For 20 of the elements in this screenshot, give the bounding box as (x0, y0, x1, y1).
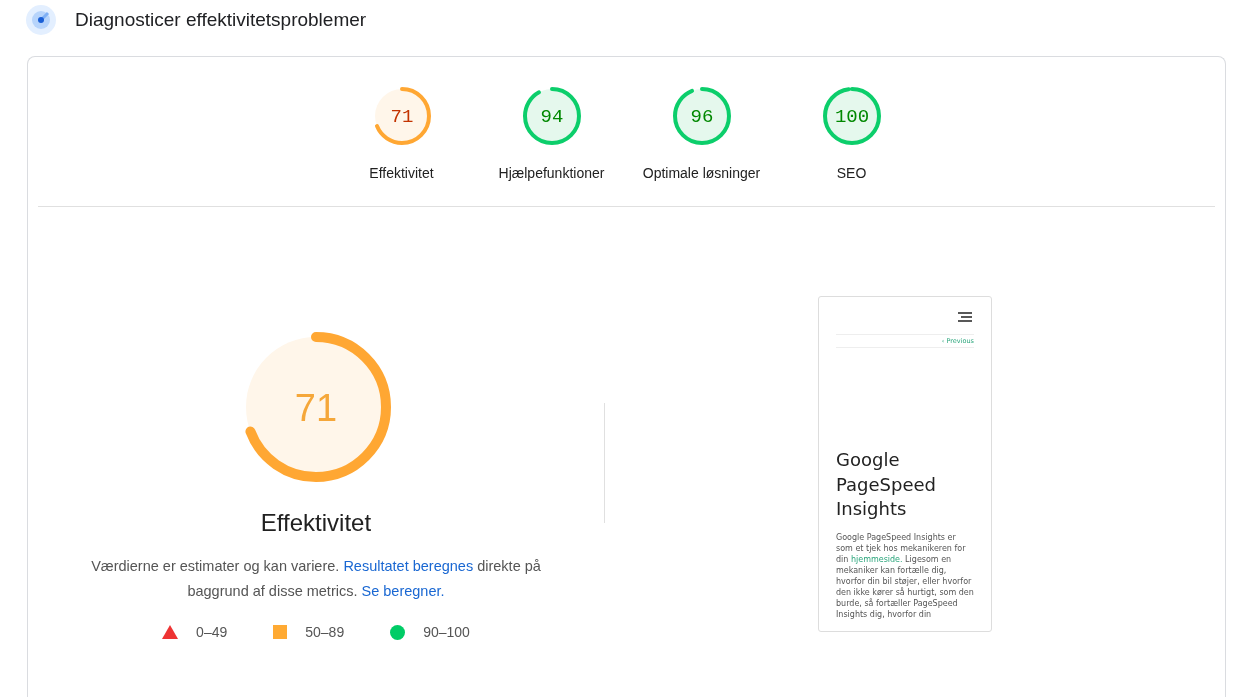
legend-label: 90–100 (423, 624, 470, 640)
legend-label: 0–49 (196, 624, 228, 640)
description-text: Værdierne er estimater og kan variere. Resultatet beregnes direkte på baggrund af disse metrics. Se beregner. (90, 557, 542, 601)
legend-label: 50–89 (305, 624, 345, 640)
category-title: Effektivitet (260, 509, 372, 537)
menu-icon (958, 312, 972, 322)
link[interactable]: Resultatet beregnes (343, 558, 474, 574)
score-gauge[interactable]: 100 (820, 85, 883, 147)
score-label: SEO (836, 164, 867, 183)
link[interactable]: hjemmeside. (850, 554, 903, 564)
score-gauge[interactable]: 94 (520, 85, 583, 147)
target-icon (26, 5, 56, 35)
score-label: Effektivitet (369, 164, 434, 183)
score-label: Optimale løsninger (642, 164, 761, 183)
score-label: Hjælpefunktioner (498, 164, 605, 183)
link[interactable]: Se beregner. (361, 583, 445, 599)
section-title: Diagnosticer effektivitetsproblemer (75, 9, 367, 31)
article-text: Google PageSpeed Insights er som et tjek hos mekanikeren for din hjemmeside. Ligesom en mekaniker kan fortælle dig, hvorfor din bil støjer, eller hvorfor den ikke kører så hurtigt, som den burde, så fortæller PageSpeed Insights dig, hvorfor din (836, 531, 974, 620)
article-heading: Google PageSpeed Insights (836, 448, 937, 521)
score-gauge[interactable]: 96 (670, 85, 733, 147)
